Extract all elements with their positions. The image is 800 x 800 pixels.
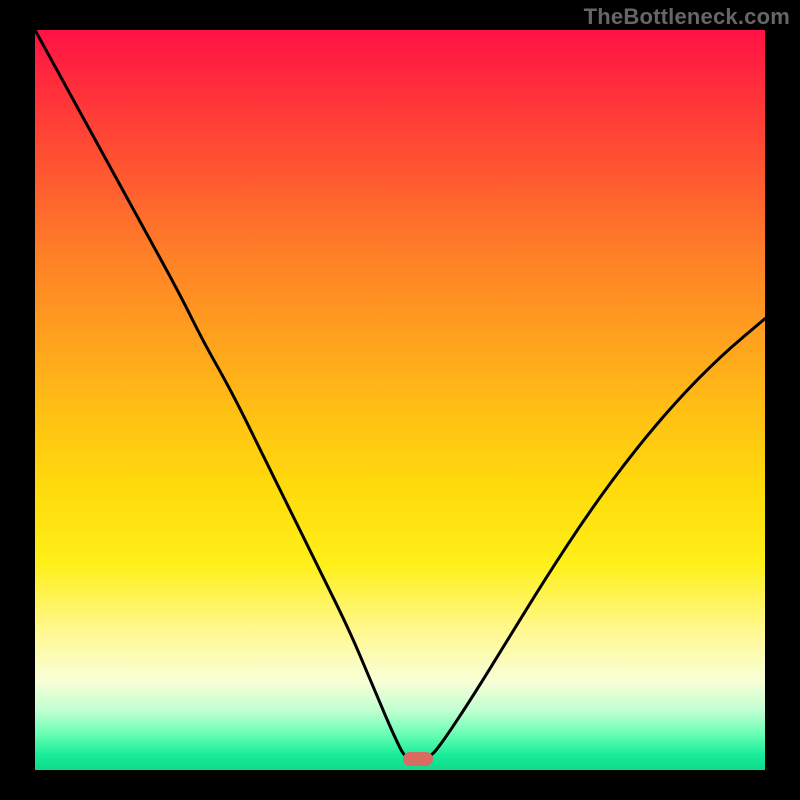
curve-svg xyxy=(35,30,765,770)
chart-frame: TheBottleneck.com xyxy=(0,0,800,800)
plot-area xyxy=(35,30,765,770)
bottleneck-curve xyxy=(35,30,765,761)
optimal-marker xyxy=(403,752,433,766)
watermark-text: TheBottleneck.com xyxy=(584,4,790,30)
